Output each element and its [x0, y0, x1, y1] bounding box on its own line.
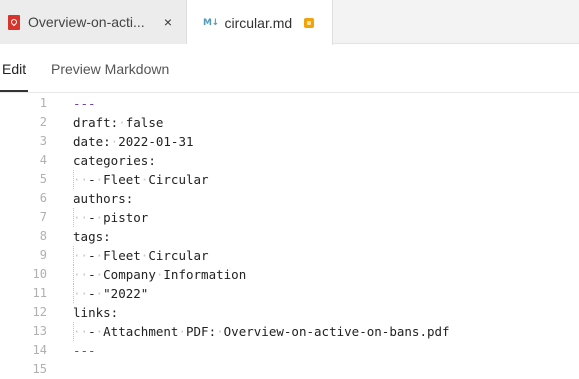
line-text: ··-·Attachment·PDF:·Overview-on-active-o…	[73, 324, 450, 339]
line-text: ---	[73, 96, 96, 111]
unsaved-changes-icon[interactable]	[304, 17, 315, 28]
editor-line[interactable]: 2 draft:·false	[0, 113, 579, 132]
indent-guide	[73, 284, 74, 303]
indent-guide	[73, 246, 74, 265]
line-text: ··-·Fleet·Circular	[73, 248, 209, 263]
line-number: 5	[39, 172, 47, 186]
line-text: ··-·Company·Information	[73, 267, 247, 282]
view-mode-tabs: Edit Preview Markdown	[0, 45, 579, 93]
indent-guide	[73, 208, 74, 227]
markdown-icon: M↓	[203, 17, 219, 28]
line-number: 9	[39, 248, 47, 262]
line-number: 15	[32, 362, 47, 376]
line-number: 11	[32, 286, 47, 300]
line-number: 7	[39, 210, 47, 224]
line-text: tags:	[73, 229, 111, 244]
line-number: 6	[39, 191, 47, 205]
editor-line[interactable]: 7 ··-·pistor	[0, 208, 579, 227]
indent-guide	[73, 265, 74, 284]
editor-line[interactable]: 8 tags:	[0, 227, 579, 246]
line-number: 8	[39, 229, 47, 243]
line-number: 12	[32, 305, 47, 319]
line-text: ··-·"2022"	[73, 286, 149, 301]
editor-line[interactable]: 15	[0, 360, 579, 379]
tab-label: circular.md	[224, 14, 293, 31]
line-number: 3	[39, 134, 47, 148]
line-text: ---	[73, 343, 96, 358]
editor-line[interactable]: 9 ··-·Fleet·Circular	[0, 246, 579, 265]
editor-line[interactable]: 6 authors:	[0, 189, 579, 208]
line-text: draft:·false	[73, 115, 164, 130]
line-text: date:·2022-01-31	[73, 134, 194, 149]
close-icon[interactable]: ×	[162, 14, 174, 30]
editor-line[interactable]: 5 ··-·Fleet·Circular	[0, 170, 579, 189]
line-number: 10	[32, 267, 47, 281]
indent-guide	[73, 322, 74, 341]
editor-tab-bar: Overview-on-acti... × M↓ circular.md	[0, 0, 579, 45]
tab-label: Overview-on-acti...	[28, 14, 145, 30]
line-text: links:	[73, 305, 119, 320]
tab-circular-md[interactable]: M↓ circular.md	[187, 0, 333, 45]
editor-line[interactable]: 11 ··-·"2022"	[0, 284, 579, 303]
line-text: ··-·pistor	[73, 210, 149, 225]
code-editor[interactable]: 1 --- 2 draft:·false 3 date:·2022-01-31 4 categ…	[0, 94, 579, 376]
line-number: 14	[32, 343, 47, 357]
line-number: 1	[39, 96, 47, 110]
line-number: 2	[39, 115, 47, 129]
tab-edit[interactable]: Edit	[0, 45, 29, 92]
editor-line[interactable]: 4 categories:	[0, 151, 579, 170]
line-number: 13	[32, 324, 47, 338]
tab-preview-markdown[interactable]: Preview Markdown	[51, 45, 169, 92]
indent-guide	[73, 170, 74, 189]
editor-line[interactable]: 3 date:·2022-01-31	[0, 132, 579, 151]
line-text: ··-·Fleet·Circular	[73, 172, 209, 187]
line-text: categories:	[73, 153, 156, 168]
line-text: authors:	[73, 191, 134, 206]
pdf-file-icon	[8, 14, 20, 30]
editor-line[interactable]: 1 ---	[0, 94, 579, 113]
editor-line[interactable]: 13 ··-·Attachment·PDF:·Overview-on-active…	[0, 322, 579, 341]
editor-line[interactable]: 14 ---	[0, 341, 579, 360]
tab-overview-pdf[interactable]: Overview-on-acti... ×	[0, 0, 187, 44]
editor-line[interactable]: 10 ··-·Company·Information	[0, 265, 579, 284]
line-number: 4	[39, 153, 47, 167]
editor-line[interactable]: 12 links:	[0, 303, 579, 322]
